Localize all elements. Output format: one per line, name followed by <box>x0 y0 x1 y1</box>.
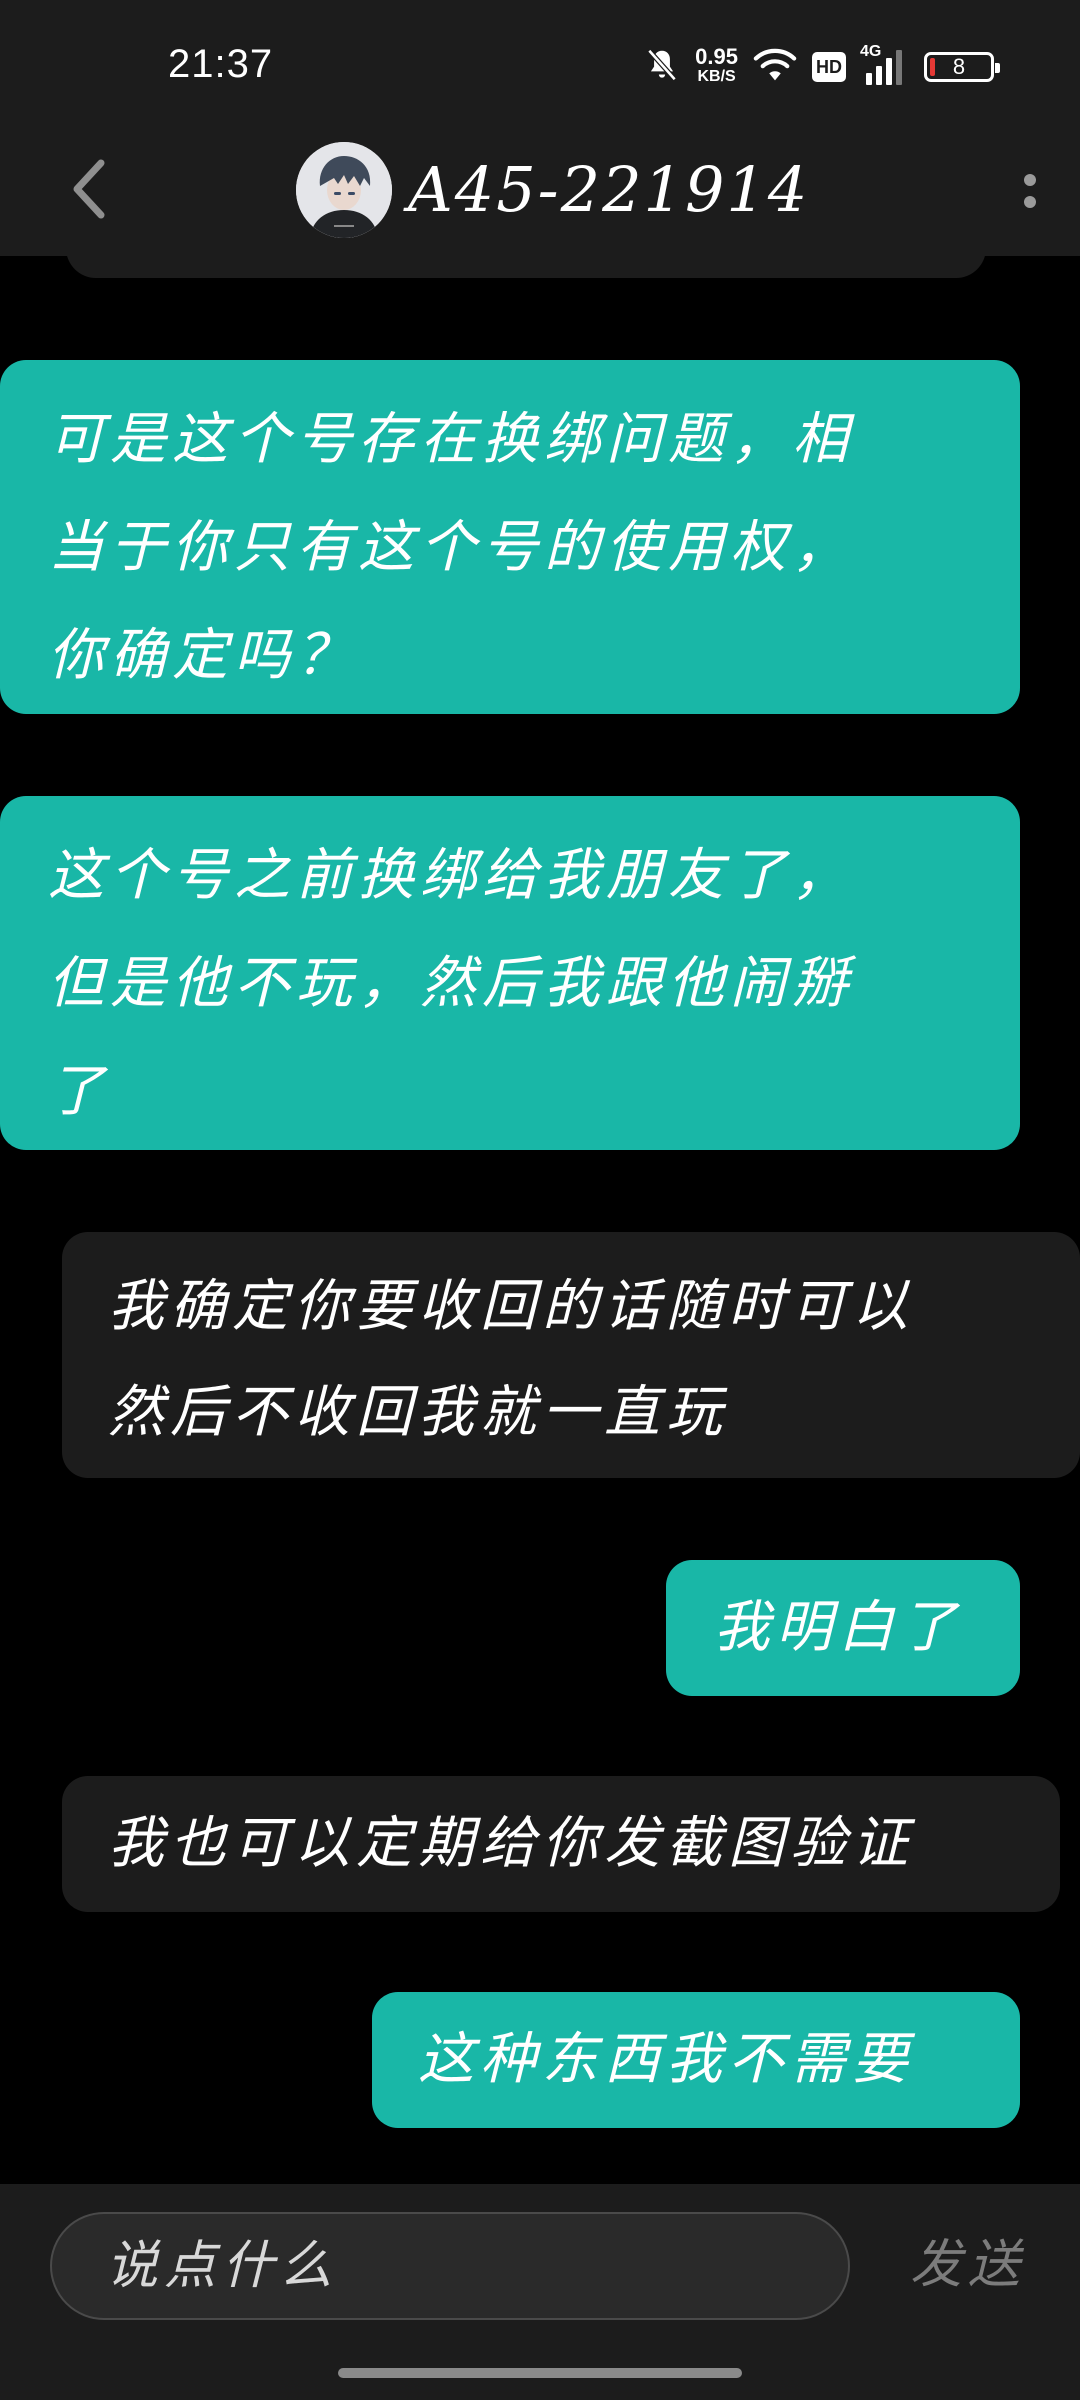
battery-icon: 8 <box>924 52 1000 82</box>
more-vertical-icon <box>1024 174 1036 186</box>
chevron-left-icon <box>69 157 109 225</box>
avatar[interactable] <box>296 142 392 238</box>
message-bubble-sent[interactable]: 可是这个号存在换绑问题，相 当于你只有这个号的使用权， 你确定吗？ <box>0 360 1020 714</box>
signal-icon: 4G <box>860 43 910 87</box>
message-input[interactable] <box>50 2212 850 2320</box>
message-bubble-sent[interactable]: 这种东西我不需要 <box>372 1992 1020 2128</box>
battery-fill <box>930 58 935 76</box>
more-options-button[interactable] <box>1000 160 1060 222</box>
status-time: 21:37 <box>168 42 274 86</box>
message-bubble-sent[interactable]: 我明白了 <box>666 1560 1020 1696</box>
message-input-bar: 发送 <box>0 2184 1080 2400</box>
hd-icon: HD <box>812 52 846 82</box>
message-bubble-received[interactable]: 我也可以定期给你发截图验证 <box>62 1776 1060 1912</box>
network-speed-value: 0.95 <box>695 44 738 69</box>
network-speed: 0.95 KB/S <box>695 44 738 87</box>
bell-muted-icon <box>643 46 681 88</box>
message-bubble-sent[interactable]: 这个号之前换绑给我朋友了， 但是他不玩，然后我跟他闹掰 了 <box>0 796 1020 1150</box>
message-bubble-received[interactable]: 我确定你要收回的话随时可以 然后不收回我就一直玩 <box>62 1232 1080 1478</box>
network-speed-unit: KB/S <box>697 68 736 85</box>
back-button[interactable] <box>54 156 124 226</box>
home-indicator[interactable] <box>338 2368 742 2378</box>
contact-name: A45-221914 <box>408 153 810 226</box>
battery-level: 8 <box>952 54 966 79</box>
wifi-icon <box>752 47 798 87</box>
message-bubble-received-partial <box>66 256 986 278</box>
send-button[interactable]: 发送 <box>910 2220 1026 2310</box>
chat-message-list[interactable]: 可是这个号存在换绑问题，相 当于你只有这个号的使用权， 你确定吗？ 这个号之前换… <box>0 256 1080 2184</box>
chat-header: A45-221914 <box>0 126 1080 256</box>
status-icons: 0.95 KB/S HD 4G 8 <box>643 42 1000 92</box>
status-bar: 21:37 0.95 KB/S HD 4G 8 <box>0 0 1080 126</box>
